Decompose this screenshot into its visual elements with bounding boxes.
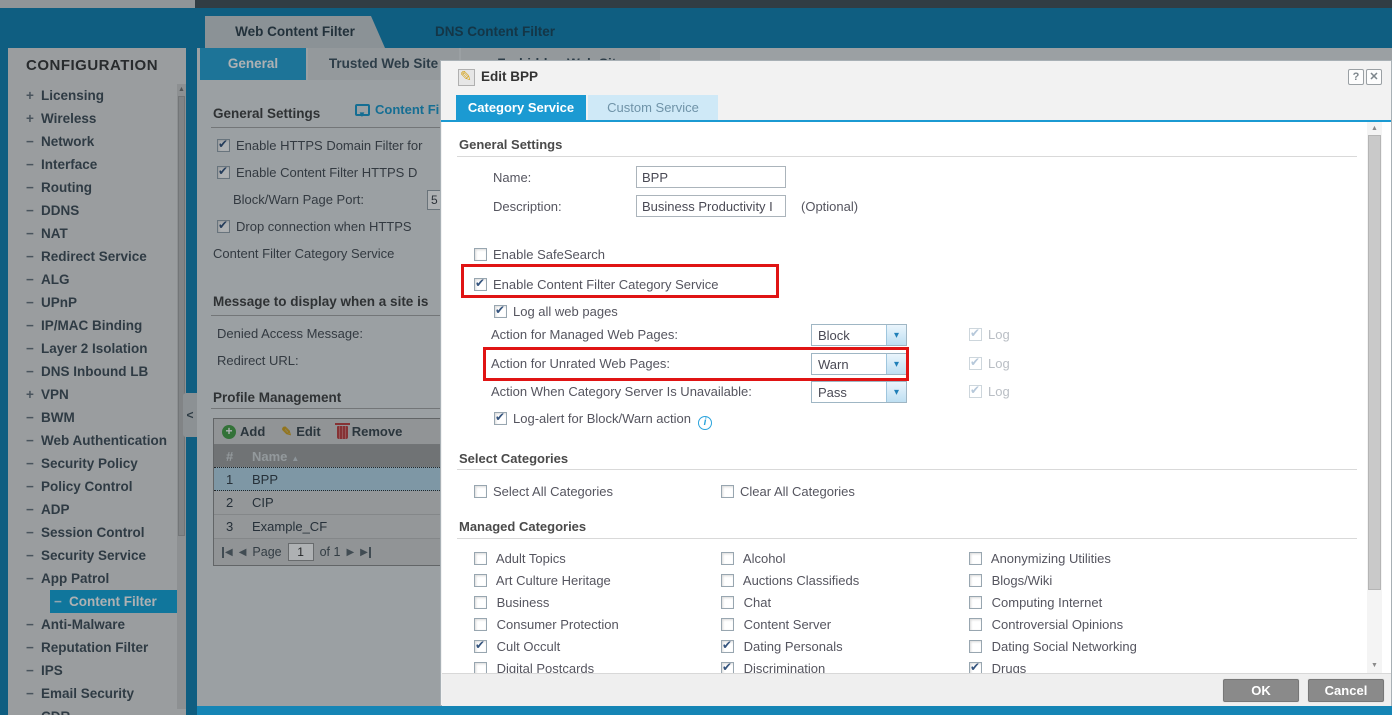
tab-custom-service[interactable]: Custom Service xyxy=(588,95,718,120)
category-item: Cult Occult xyxy=(474,636,721,658)
action-unavailable-select[interactable]: Pass▾ xyxy=(811,381,907,403)
clear-all-row: Clear All Categories xyxy=(721,481,855,503)
category-item: Business xyxy=(474,592,721,614)
dialog-scroll-thumb[interactable] xyxy=(1368,135,1381,590)
chevron-down-icon[interactable]: ▾ xyxy=(886,382,906,402)
tab-category-service[interactable]: Category Service xyxy=(456,95,586,120)
checkbox-log-unavailable xyxy=(969,385,982,398)
category-item: Controversial Opinions xyxy=(969,614,1354,636)
log-alert-row: Log-alert for Block/Warn action xyxy=(494,408,712,430)
log-all-row: Log all web pages xyxy=(494,301,618,323)
safesearch-row: Enable SafeSearch xyxy=(474,244,605,266)
category-item: Alcohol xyxy=(721,548,969,570)
select-all-row: Select All Categories xyxy=(474,481,613,503)
category-item: Consumer Protection xyxy=(474,614,721,636)
dialog-footer: OK Cancel xyxy=(442,673,1391,706)
managed-categories-grid: Adult Topics Alcohol Anonymizing Utiliti… xyxy=(474,548,1354,680)
category-item: Dating Social Networking xyxy=(969,636,1354,658)
checkbox-safesearch[interactable] xyxy=(474,248,487,261)
category-item: Chat xyxy=(721,592,969,614)
category-item: Auctions Classifieds xyxy=(721,570,969,592)
edit-bpp-dialog: Edit BPP ? ✕ Category Service Custom Ser… xyxy=(440,60,1392,706)
category-checkbox[interactable] xyxy=(474,640,487,653)
category-checkbox[interactable] xyxy=(721,618,734,631)
category-checkbox[interactable] xyxy=(474,574,487,587)
log-unavailable-row: Log xyxy=(969,381,1010,403)
category-checkbox[interactable] xyxy=(474,552,487,565)
log-unrated-row: Log xyxy=(969,353,1010,375)
category-item: Content Server xyxy=(721,614,969,636)
category-checkbox[interactable] xyxy=(474,596,487,609)
modal-general-settings-heading: General Settings xyxy=(459,137,562,152)
help-button[interactable]: ? xyxy=(1348,69,1364,85)
category-checkbox[interactable] xyxy=(969,552,982,565)
name-label: Name: xyxy=(493,167,531,189)
category-item: Blogs/Wiki xyxy=(969,570,1354,592)
category-checkbox[interactable] xyxy=(969,618,982,631)
category-checkbox[interactable] xyxy=(721,596,734,609)
category-checkbox[interactable] xyxy=(969,596,982,609)
divider xyxy=(457,469,1357,470)
checkbox-log-unrated xyxy=(969,357,982,370)
checkbox-log-alert[interactable] xyxy=(494,412,507,425)
description-label: Description: xyxy=(493,196,562,218)
dialog-scrollbar[interactable]: ▲ ▼ xyxy=(1367,122,1382,673)
scroll-up-icon[interactable]: ▲ xyxy=(1367,125,1382,132)
description-field[interactable] xyxy=(636,195,786,217)
category-item: Dating Personals xyxy=(721,636,969,658)
divider xyxy=(457,156,1357,157)
category-item: Adult Topics xyxy=(474,548,721,570)
optional-hint: (Optional) xyxy=(801,196,858,218)
select-categories-heading: Select Categories xyxy=(459,451,568,466)
action-unrated-label: Action for Unrated Web Pages: xyxy=(491,353,670,375)
checkbox-log-managed xyxy=(969,328,982,341)
bottom-band xyxy=(197,706,1392,715)
category-item: Anonymizing Utilities xyxy=(969,548,1354,570)
action-unrated-select[interactable]: Warn▾ xyxy=(811,353,907,375)
checkbox-category-service[interactable] xyxy=(474,278,487,291)
checkbox-log-all[interactable] xyxy=(494,305,507,318)
dialog-title: Edit BPP xyxy=(481,69,538,84)
category-checkbox[interactable] xyxy=(969,640,982,653)
name-field[interactable] xyxy=(636,166,786,188)
category-checkbox[interactable] xyxy=(969,574,982,587)
action-unavailable-label: Action When Category Server Is Unavailab… xyxy=(491,381,752,403)
close-button[interactable]: ✕ xyxy=(1366,69,1382,85)
log-managed-row: Log xyxy=(969,324,1010,346)
category-checkbox[interactable] xyxy=(721,640,734,653)
scroll-down-icon[interactable]: ▼ xyxy=(1367,662,1382,669)
category-checkbox[interactable] xyxy=(721,574,734,587)
checkbox-clear-all[interactable] xyxy=(721,485,734,498)
category-item: Computing Internet xyxy=(969,592,1354,614)
edit-dialog-pencil-icon xyxy=(458,69,475,86)
managed-categories-heading: Managed Categories xyxy=(459,519,586,534)
info-icon[interactable] xyxy=(698,416,712,430)
category-service-checkbox-row: Enable Content Filter Category Service xyxy=(474,274,718,296)
category-checkbox[interactable] xyxy=(721,552,734,565)
divider xyxy=(457,538,1357,539)
category-checkbox[interactable] xyxy=(474,618,487,631)
checkbox-select-all[interactable] xyxy=(474,485,487,498)
action-managed-select[interactable]: Block▾ xyxy=(811,324,907,346)
ok-button[interactable]: OK xyxy=(1223,679,1299,702)
action-managed-label: Action for Managed Web Pages: xyxy=(491,324,678,346)
category-item: Art Culture Heritage xyxy=(474,570,721,592)
cancel-button[interactable]: Cancel xyxy=(1308,679,1384,702)
chevron-down-icon[interactable]: ▾ xyxy=(886,325,906,345)
chevron-down-icon[interactable]: ▾ xyxy=(886,354,906,374)
